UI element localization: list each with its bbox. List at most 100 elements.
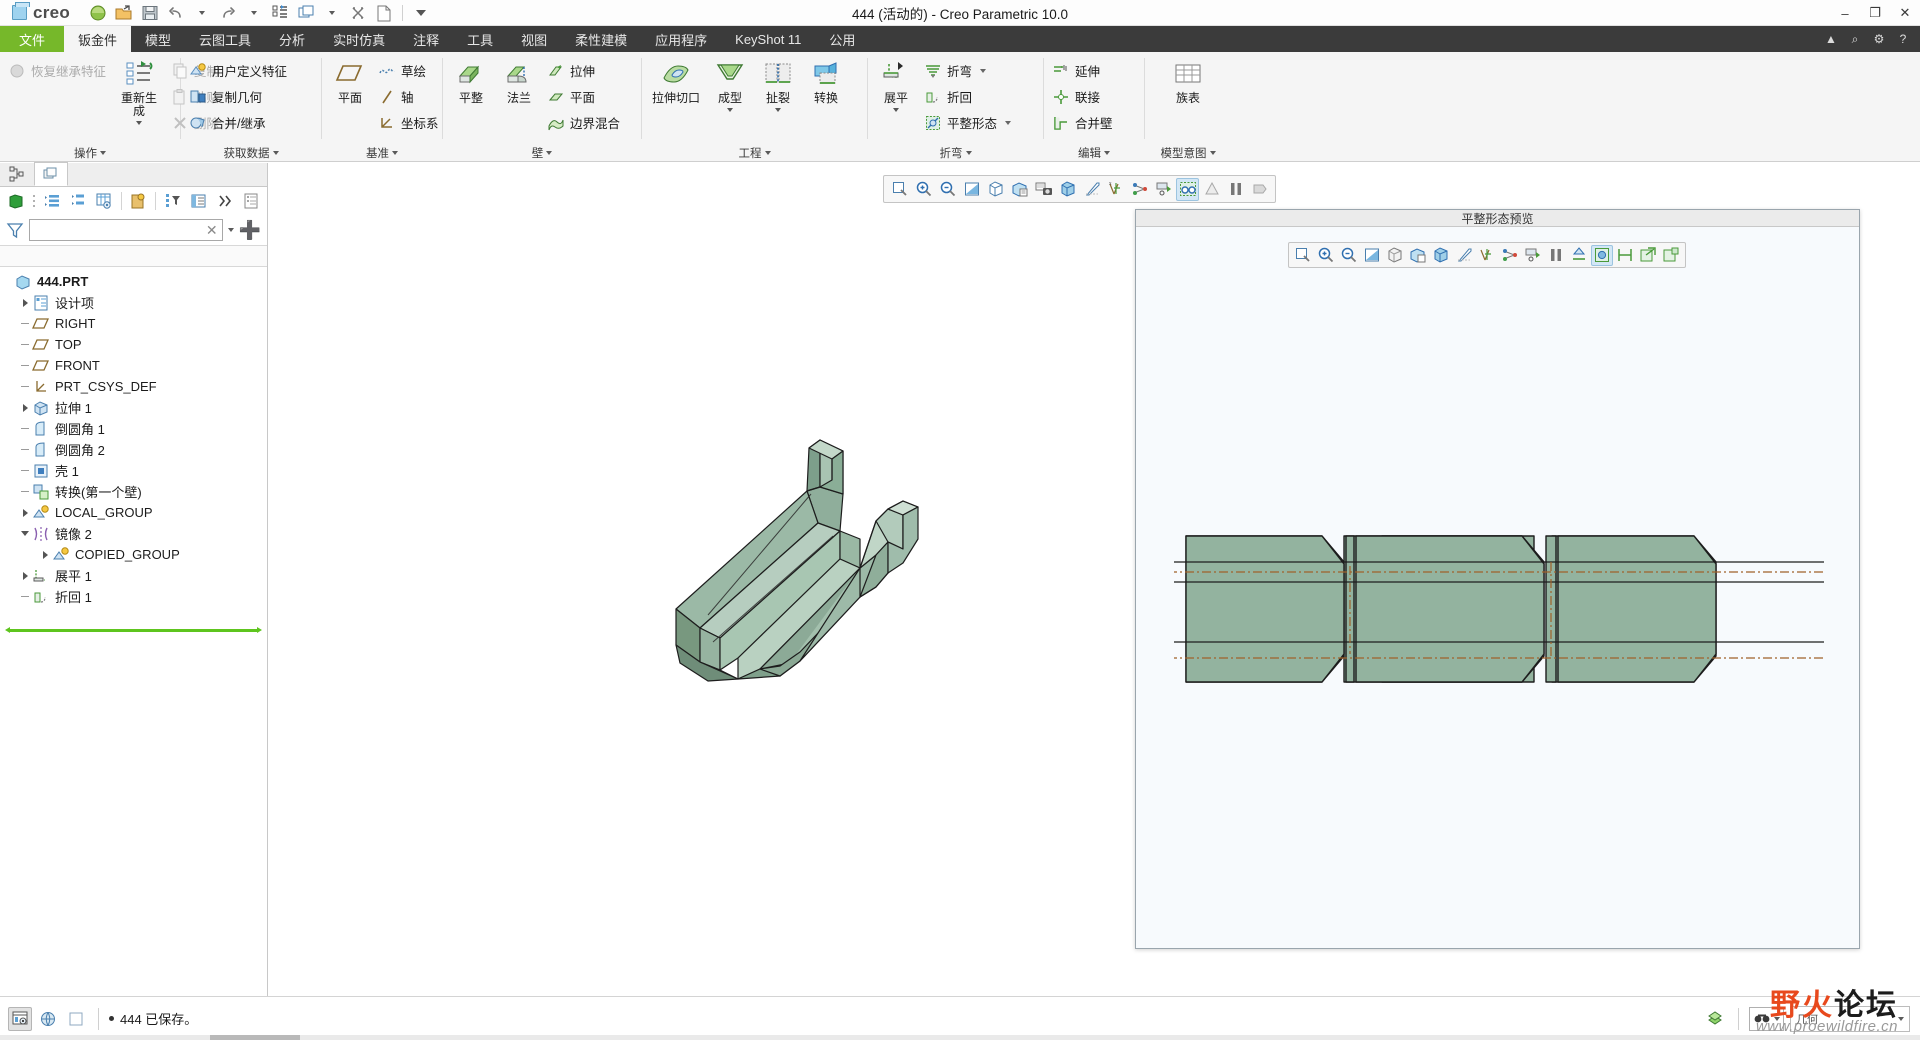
insert-here-indicator[interactable] (5, 627, 262, 633)
tree-item-copied-group[interactable]: COPIED_GROUP (0, 544, 267, 565)
user-defined-feature-button[interactable]: 用户定义特征 (185, 58, 294, 83)
tab-sheetmetal[interactable]: 钣金件 (64, 26, 132, 52)
tab-annotate[interactable]: 注释 (399, 26, 453, 52)
close-button[interactable]: ✕ (1890, 0, 1920, 26)
flange-wall-button[interactable]: 法兰 (495, 56, 543, 109)
view-manager-icon[interactable] (1407, 245, 1429, 266)
tree-item-mirror-2[interactable]: 镜像 2 (0, 523, 267, 544)
horizontal-scrollbar[interactable] (0, 1035, 1920, 1040)
orient-icon[interactable] (1568, 245, 1590, 266)
appearance-icon[interactable] (1200, 178, 1223, 201)
twisty-right-icon[interactable] (18, 403, 32, 412)
preview-window-body[interactable] (1136, 228, 1859, 948)
flat-surface-button[interactable]: 平面 (543, 84, 627, 109)
filter-input[interactable] (34, 222, 206, 238)
group-getdata-caret[interactable] (272, 151, 279, 155)
group-label-wall[interactable]: 壁 (443, 144, 641, 162)
more-icon[interactable] (213, 189, 237, 213)
twisty-down-icon[interactable] (18, 531, 32, 536)
window-dropdown[interactable] (320, 2, 344, 24)
help-icon[interactable]: ? (1892, 26, 1914, 52)
twisty-right-icon[interactable] (18, 571, 32, 580)
close-window-icon[interactable] (346, 2, 370, 24)
tree-item-design-items[interactable]: 设计项 (0, 292, 267, 313)
tree-item-part[interactable]: 444.PRT (0, 271, 267, 292)
find-icon[interactable] (1753, 1010, 1771, 1028)
display-style-icon[interactable] (1056, 178, 1079, 201)
planar-wall-button[interactable]: 平整 (447, 56, 495, 109)
tabstrip-right-icons[interactable]: ▲ ⌕ ⚙ ? (1820, 26, 1920, 52)
group-model-intent-caret[interactable] (1209, 151, 1216, 155)
model-tree-tab[interactable] (0, 162, 34, 186)
tree-item-shell-1[interactable]: 壳 1 (0, 460, 267, 481)
dimension-icon[interactable] (1614, 245, 1636, 266)
bend-dropdown-icon[interactable] (980, 68, 987, 73)
annotation-display-icon[interactable] (1128, 178, 1151, 201)
regenerate-button[interactable]: 重新生成 (115, 56, 163, 129)
boundary-blend-button[interactable]: 边界混合 (543, 110, 627, 135)
flat-state-dropdown-icon[interactable] (1005, 120, 1012, 125)
show-display-icon[interactable] (4, 189, 28, 213)
zoom-out-icon[interactable] (936, 178, 959, 201)
group-label-datum[interactable]: 基准 (322, 144, 442, 162)
twisty-right-icon[interactable] (18, 508, 32, 517)
preview-toolbar[interactable] (1288, 242, 1686, 268)
tab-model[interactable]: 模型 (131, 26, 185, 52)
saved-orientations-icon[interactable] (984, 178, 1007, 201)
group-label-getdata[interactable]: 获取数据 (181, 144, 321, 162)
filter-box[interactable]: ✕ (29, 219, 223, 241)
group-operations-caret[interactable] (100, 151, 106, 155)
tree-item-csys[interactable]: PRT_CSYS_DEF (0, 376, 267, 397)
merge-inherit-button[interactable]: 合并/继承 (185, 110, 294, 135)
flat-pattern-drawing[interactable] (1174, 524, 1824, 694)
tree-item-round-1[interactable]: 倒圆角 1 (0, 418, 267, 439)
minimize-button[interactable]: – (1830, 0, 1860, 26)
model-3d-view[interactable] (408, 363, 968, 683)
bend-button[interactable]: 折弯 (920, 58, 1018, 83)
perspective-icon[interactable] (1453, 245, 1475, 266)
status-right-area[interactable]: 几何 (1702, 1005, 1920, 1032)
redo-dropdown[interactable] (242, 2, 266, 24)
tree-item-local-group[interactable]: LOCAL_GROUP (0, 502, 267, 523)
save-flat-icon[interactable] (1660, 245, 1682, 266)
tab-keyshot[interactable]: KeyShot 11 (721, 26, 815, 52)
selection-filter-caret[interactable] (1898, 1016, 1904, 1021)
group-label-operations[interactable]: 操作 (0, 144, 180, 162)
convert-button[interactable]: 转换 (802, 56, 850, 109)
flat-state-button[interactable]: 平整形态 (920, 110, 1018, 135)
quick-access-toolbar[interactable] (80, 2, 433, 24)
add-filter-icon[interactable]: ➕ (239, 221, 261, 239)
tab-flexible-modeling[interactable]: 柔性建模 (561, 26, 641, 52)
group-label-engineering[interactable]: 工程 (642, 144, 867, 162)
filter-dropdown-icon[interactable] (227, 228, 234, 232)
sketch-button[interactable]: 草绘 (374, 58, 446, 83)
copy-geometry-button[interactable]: 复制几何 (185, 84, 294, 109)
annotation-display-icon[interactable] (1499, 245, 1521, 266)
group-engineering-caret[interactable] (764, 151, 771, 155)
extrude-button[interactable]: 拉伸 (543, 58, 627, 83)
display-info-icon[interactable] (8, 1006, 32, 1031)
group-bend-caret[interactable] (965, 151, 972, 155)
new-session-icon[interactable] (86, 2, 110, 24)
group-label-model-intent[interactable]: 模型意图 (1145, 144, 1231, 162)
tree-item-front[interactable]: FRONT (0, 355, 267, 376)
refit-icon[interactable] (1292, 245, 1314, 266)
datum-plane-button[interactable]: 平面 (326, 56, 374, 109)
stop-icon[interactable] (1248, 178, 1271, 201)
tree-item-round-2[interactable]: 倒圆角 2 (0, 439, 267, 460)
new-doc-icon[interactable] (372, 2, 396, 24)
model-tree[interactable]: 444.PRT 设计项 RIGHT TOP FRONT PRT_CSYS_DEF (0, 267, 267, 996)
capture-image-icon[interactable] (1032, 178, 1055, 201)
datum-axis-button[interactable]: 轴 (374, 84, 446, 109)
tree-item-top[interactable]: TOP (0, 334, 267, 355)
scrollbar-thumb[interactable] (210, 1035, 300, 1040)
ribbon-tabstrip[interactable]: 文件 钣金件 模型 云图工具 分析 实时仿真 注释 工具 视图 柔性建模 应用程… (0, 26, 1920, 52)
tab-live-simulation[interactable]: 实时仿真 (319, 26, 399, 52)
join-button[interactable]: 联接 (1048, 84, 1120, 109)
save-icon[interactable] (138, 2, 162, 24)
tab-analysis[interactable]: 分析 (265, 26, 319, 52)
qat-customize[interactable] (409, 2, 433, 24)
regenerate-status-icon[interactable] (1702, 1006, 1728, 1032)
settings-icon[interactable]: ⚙ (1868, 26, 1890, 52)
undo-icon[interactable] (164, 2, 188, 24)
